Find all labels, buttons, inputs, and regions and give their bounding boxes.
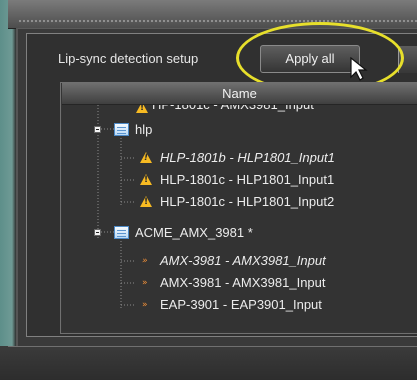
tree-row-label: HLP-1801b - HLP1801_Input1 [160,150,335,165]
collapse-icon[interactable] [94,126,101,133]
tree-row-label: HLP-1801c - HLP1801_Input1 [160,172,335,187]
warning-icon [140,174,152,185]
mouse-pointer-icon [350,57,368,81]
bottom-panel-edge [0,346,417,380]
signal-icon: » [142,278,148,288]
device-tree[interactable]: HP-1801c - AMX3981_Input hlp HLP-1801b -… [62,105,417,331]
lip-sync-detection-label: Lip-sync detection setup [58,51,199,66]
tree-row-label: HP-1801c - AMX3981_Input [152,105,314,116]
tree-row-label: HLP-1801c - HLP1801_Input2 [160,194,335,209]
folder-icon [114,123,129,136]
signal-icon: » [142,300,148,310]
tree-row-label: AMX-3981 - AMX3981_Input [160,275,326,290]
name-column-header[interactable]: Name [62,83,417,105]
tree-row-label: hlp [135,122,153,137]
tree-row-label: ACME_AMX_3981 * [135,225,253,240]
warning-icon [140,196,152,207]
toolbar-grip[interactable] [18,19,417,23]
tree-row-label: EAP-3901 - EAP3901_Input [160,297,322,312]
signal-icon: » [142,256,148,266]
application-window: Lip-sync detection setup Apply all Name [0,0,417,380]
folder-icon [114,226,129,239]
warning-icon [136,105,148,113]
bottom-edge-highlight [8,346,417,347]
tree-row-label: AMX-3981 - AMX3981_Input [160,253,326,268]
collapse-icon[interactable] [94,229,101,236]
warning-icon [140,152,152,163]
